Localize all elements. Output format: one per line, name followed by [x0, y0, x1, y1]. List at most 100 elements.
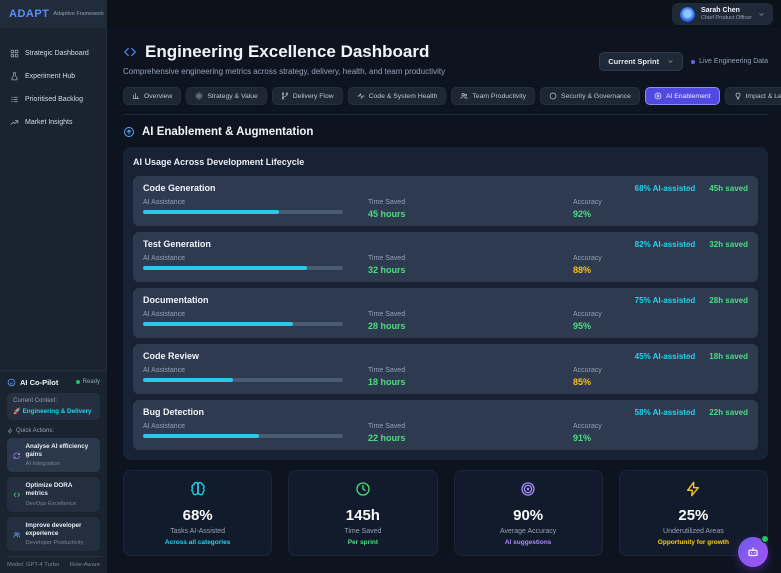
quick-action-optimize-dora[interactable]: Optimize DORA metrics DevOps Excellence: [7, 477, 100, 511]
accuracy-value: 91%: [573, 433, 748, 443]
sidebar-item-prioritised-backlog[interactable]: Prioritised Backlog: [10, 88, 96, 111]
live-data-badge: Live Engineering Data: [691, 58, 768, 65]
panel-title: AI Usage Across Development Lifecycle: [133, 157, 758, 167]
sprint-selector[interactable]: Current Sprint: [599, 52, 683, 71]
user-menu[interactable]: Sarah Chen Chief Product Officer: [672, 3, 773, 25]
copilot-title: AI Co-Pilot: [20, 378, 72, 387]
sidebar-item-label: Prioritised Backlog: [25, 96, 83, 103]
sidebar-item-label: Market Insights: [25, 119, 72, 126]
target-icon: [520, 481, 536, 497]
grid-icon: [10, 49, 19, 58]
lifecycle-row-code-generation: Code Generation 68% AI-assisted 45h save…: [133, 176, 758, 226]
branch-icon: [281, 92, 289, 100]
lifecycle-row-test-generation: Test Generation 82% AI-assisted 32h save…: [133, 232, 758, 282]
quick-actions-label: Quick Actions:: [7, 428, 100, 434]
tab-code-system-health[interactable]: Code & System Health: [348, 87, 447, 105]
flask-icon: [10, 72, 19, 81]
ai-assisted-badge: 82% AI-assisted: [635, 240, 696, 249]
divider: [123, 114, 768, 115]
assistance-progress-bar: [143, 210, 343, 214]
context-label: Current Context:: [13, 398, 94, 404]
quick-action-analyse-ai-gains[interactable]: Analyse AI efficiency gains AI Integrati…: [7, 438, 100, 472]
app-logo: ADAPT Adaptive Framework: [0, 0, 107, 28]
quick-action-developer-experience[interactable]: Improve developer experience Developer P…: [7, 517, 100, 551]
clock-icon: [355, 481, 371, 497]
lifecycle-row-code-review: Code Review 45% AI-assisted 18h saved AI…: [133, 344, 758, 394]
tab-delivery-flow[interactable]: Delivery Flow: [272, 87, 343, 105]
sidebar-item-market-insights[interactable]: Market Insights: [10, 111, 96, 134]
saved-badge: 18h saved: [709, 352, 748, 361]
section-title: AI Enablement & Augmentation: [142, 126, 313, 138]
zap-icon: [685, 481, 701, 497]
tab-strategy-value[interactable]: Strategy & Value: [186, 87, 267, 105]
time-saved-value: 22 hours: [368, 433, 573, 443]
sidebar-item-experiment-hub[interactable]: Experiment Hub: [10, 65, 96, 88]
accuracy-value: 92%: [573, 209, 748, 219]
ai-copilot-panel: AI Co-Pilot Ready Current Context: 🚀 Eng…: [0, 370, 107, 573]
accuracy-value: 88%: [573, 265, 748, 275]
code-icon: [13, 483, 21, 506]
context-value: 🚀 Engineering & Delivery: [13, 407, 94, 415]
logo-text: ADAPT: [9, 8, 49, 20]
copilot-status: Ready: [76, 379, 100, 385]
live-dot: [691, 60, 695, 64]
ai-assisted-badge: 58% AI-assisted: [635, 408, 696, 417]
chevron-down-icon: [667, 58, 674, 65]
summary-stats: 68% Tasks AI-Assisted Across all categor…: [123, 470, 768, 556]
activity-icon: [357, 92, 365, 100]
ai-assisted-badge: 68% AI-assisted: [635, 184, 696, 193]
accuracy-value: 85%: [573, 377, 748, 387]
lifecycle-row-documentation: Documentation 75% AI-assisted 28h saved …: [133, 288, 758, 338]
app-window: ADAPT Adaptive Framework Sarah Chen Chie…: [0, 0, 781, 573]
top-bar: ADAPT Adaptive Framework Sarah Chen Chie…: [0, 0, 781, 28]
role-aware-label: Role-Aware: [70, 562, 100, 568]
main-content: Engineering Excellence Dashboard Compreh…: [107, 28, 781, 573]
assistance-progress-bar: [143, 434, 343, 438]
stat-card-average-accuracy: 90% Average Accuracy AI suggestions: [454, 470, 603, 556]
saved-badge: 22h saved: [709, 408, 748, 417]
copilot-icon: [7, 378, 16, 387]
brain-icon: [190, 481, 206, 497]
time-saved-value: 32 hours: [368, 265, 573, 275]
ai-section-icon: [123, 126, 135, 138]
stat-card-tasks-ai-assisted: 68% Tasks AI-Assisted Across all categor…: [123, 470, 272, 556]
saved-badge: 45h saved: [709, 184, 748, 193]
lifecycle-row-bug-detection: Bug Detection 58% AI-assisted 22h saved …: [133, 400, 758, 450]
users-icon: [13, 523, 21, 546]
tab-overview[interactable]: Overview: [123, 87, 181, 105]
saved-badge: 32h saved: [709, 240, 748, 249]
model-label: Model: GPT-4 Turbo: [7, 562, 59, 568]
page-title: Engineering Excellence Dashboard: [145, 42, 429, 62]
ai-chat-button[interactable]: [738, 537, 768, 567]
current-context-box: Current Context: 🚀 Engineering & Deliver…: [7, 393, 100, 420]
user-role: Chief Product Officer: [701, 15, 752, 22]
tab-impact-learning[interactable]: Impact & Learning: [725, 87, 781, 105]
online-badge: [761, 535, 769, 543]
copilot-footer: Model: GPT-4 Turbo Role-Aware: [7, 556, 100, 568]
sidebar: Strategic Dashboard Experiment Hub Prior…: [0, 28, 107, 573]
assistance-progress-bar: [143, 378, 343, 382]
sidebar-item-label: Strategic Dashboard: [25, 50, 89, 57]
sidebar-item-label: Experiment Hub: [25, 73, 75, 80]
avatar: [680, 7, 695, 22]
logo-subtitle: Adaptive Framework: [53, 11, 103, 17]
tab-team-productivity[interactable]: Team Productivity: [451, 87, 535, 105]
time-saved-value: 45 hours: [368, 209, 573, 219]
time-saved-value: 18 hours: [368, 377, 573, 387]
tab-bar: Overview Strategy & Value Delivery Flow …: [123, 87, 768, 105]
robot-icon: [746, 545, 760, 559]
circle-shield-icon: [549, 92, 557, 100]
refresh-icon: [13, 444, 21, 467]
page-subtitle: Comprehensive engineering metrics across…: [123, 67, 445, 76]
chevron-down-icon: [758, 11, 765, 18]
sidebar-item-strategic-dashboard[interactable]: Strategic Dashboard: [10, 42, 96, 65]
tab-security-governance[interactable]: Security & Governance: [540, 87, 640, 105]
ready-dot: [76, 380, 80, 384]
code-icon: [123, 45, 137, 59]
backlog-list-icon: [10, 95, 19, 104]
tab-ai-enablement[interactable]: AI Enablement: [645, 87, 720, 105]
user-name: Sarah Chen: [701, 6, 752, 16]
stat-card-time-saved: 145h Time Saved Per sprint: [288, 470, 437, 556]
ai-usage-panel: AI Usage Across Development Lifecycle Co…: [123, 147, 768, 460]
ai-assisted-badge: 75% AI-assisted: [635, 296, 696, 305]
